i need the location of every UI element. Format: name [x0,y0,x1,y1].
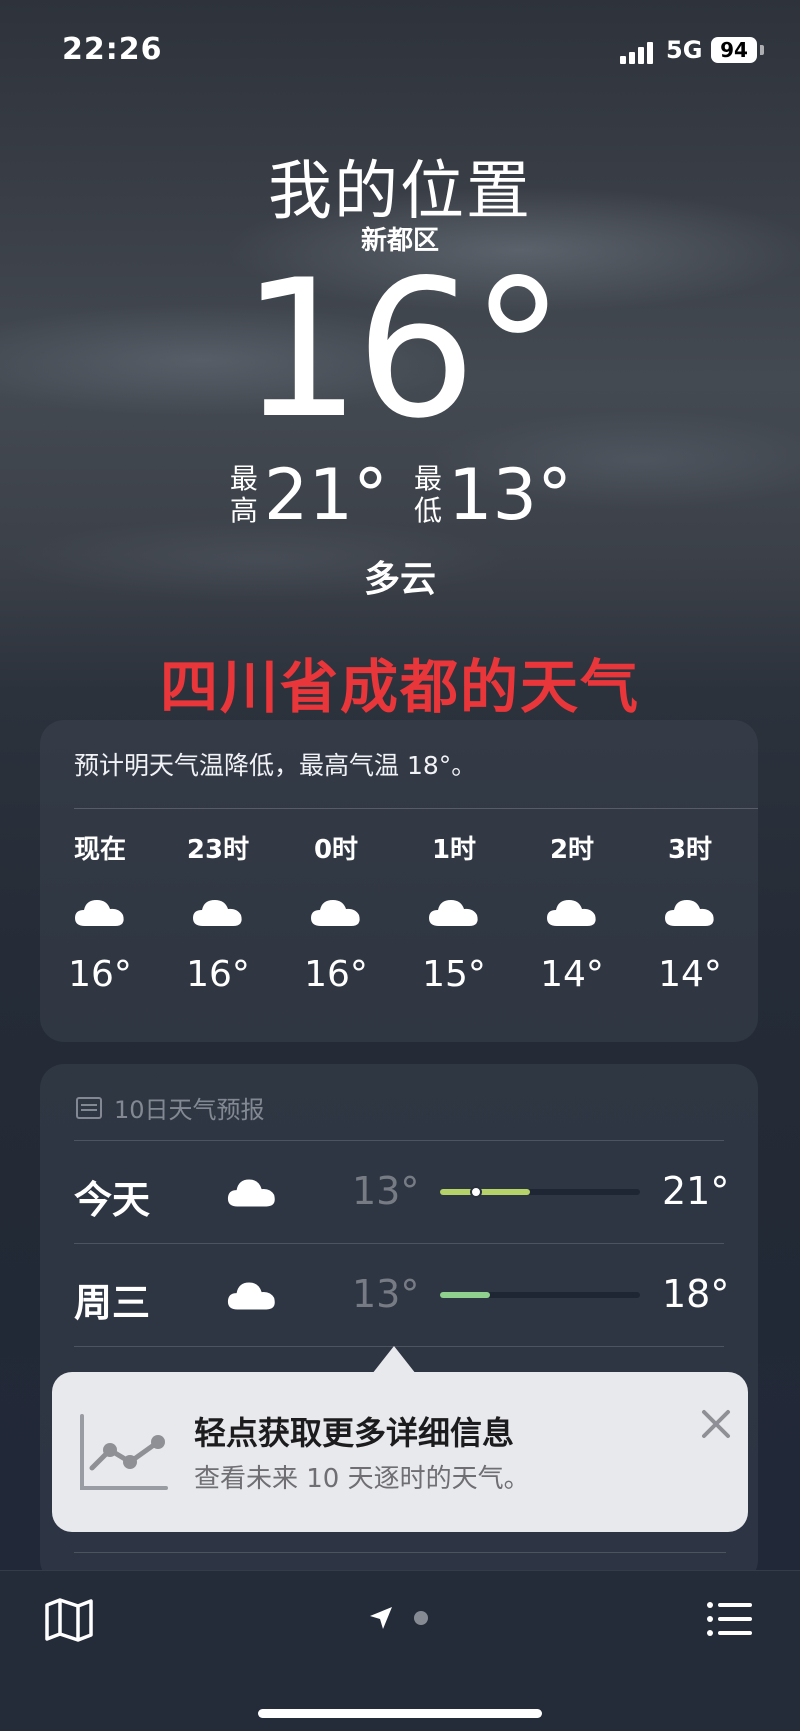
cloud-icon [227,1282,275,1310]
tip-title: 轻点获取更多详细信息 [194,1414,515,1452]
cloud-icon [193,900,242,926]
location-title: 我的位置 [268,155,532,229]
cloud-icon [227,1179,275,1207]
day-high: 18° [662,1272,730,1316]
close-icon[interactable] [696,1404,736,1444]
day-name: 今天 [74,1178,151,1222]
status-time: 22:26 [62,32,163,67]
hour-item: 现在 16° [40,830,160,995]
home-indicator[interactable] [258,1709,542,1718]
calendar-icon [76,1096,102,1119]
divider [74,1552,726,1553]
hour-temp: 16° [304,954,368,995]
hour-label: 3时 [667,835,713,865]
tooltip-arrow [372,1346,416,1374]
hour-item: 0时 16° [276,830,396,995]
tip-subtitle: 查看未来 10 天逐时的天气。 [194,1464,530,1494]
location-arrow-icon[interactable] [368,1605,394,1631]
low-label: 最低 [413,462,442,527]
battery-icon: 94 [711,37,757,63]
hour-temp: 15° [422,954,486,995]
page-dot[interactable] [414,1611,428,1625]
overlay-caption: 四川省成都的天气 [159,653,640,721]
hour-label: 23时 [186,835,250,865]
network-type: 5G [666,36,703,64]
day-row[interactable]: 今天 13° 21° [40,1141,758,1243]
day-high: 21° [662,1169,730,1213]
status-bar: 22:26 5G 94 [0,0,800,100]
hour-label: 2时 [549,835,595,865]
day-low: 13° [352,1169,420,1213]
signal-icon [620,40,656,64]
high-temp: 21° [263,454,388,536]
current-temperature: 16° [240,239,566,460]
chart-icon [80,1414,168,1490]
hourly-forecast-card[interactable]: 预计明天气温降低，最高气温 18°。 现在 16° 23时 16° 0时 16°… [40,720,758,1042]
hour-temp: 14° [658,954,722,995]
hour-item: 2时 14° [512,830,632,995]
forecast-summary: 预计明天气温降低，最高气温 18°。 [74,751,477,780]
hour-temp: 16° [68,954,132,995]
divider [74,808,758,809]
hour-item: 23时 16° [158,830,278,995]
tip-popover[interactable]: 轻点获取更多详细信息 查看未来 10 天逐时的天气。 [52,1372,748,1532]
battery-tip [760,45,764,55]
hour-item: 3时 14° [630,830,750,995]
ten-day-header: 10日天气预报 [76,1090,265,1125]
day-low: 13° [352,1272,420,1316]
high-label: 最高 [229,462,258,527]
cloud-icon [429,900,478,926]
map-icon[interactable] [44,1597,94,1643]
temp-range-fill [440,1292,490,1298]
day-name: 周三 [74,1281,151,1325]
hour-label: 1时 [431,835,477,865]
day-row[interactable]: 周三 13° 18° [40,1244,758,1346]
list-icon[interactable] [706,1599,754,1639]
hour-temp: 14° [540,954,604,995]
cloud-icon [547,900,596,926]
cloud-icon [75,900,124,926]
cloud-icon [665,900,714,926]
hour-label: 0时 [313,835,359,865]
low-temp: 13° [448,454,573,536]
hour-label: 现在 [73,835,126,865]
high-low: 最高 21° 最低 13° [0,455,800,535]
bottom-toolbar [0,1570,800,1731]
hour-temp: 16° [186,954,250,995]
cloud-icon [311,900,360,926]
temp-range-bar [440,1292,640,1298]
current-temp-marker [470,1186,482,1198]
temp-range-fill [440,1189,530,1195]
ten-day-title: 10日天气预报 [114,1096,265,1124]
temp-range-bar [440,1186,640,1198]
hour-item: 1时 15° [394,830,514,995]
condition: 多云 [363,559,436,600]
